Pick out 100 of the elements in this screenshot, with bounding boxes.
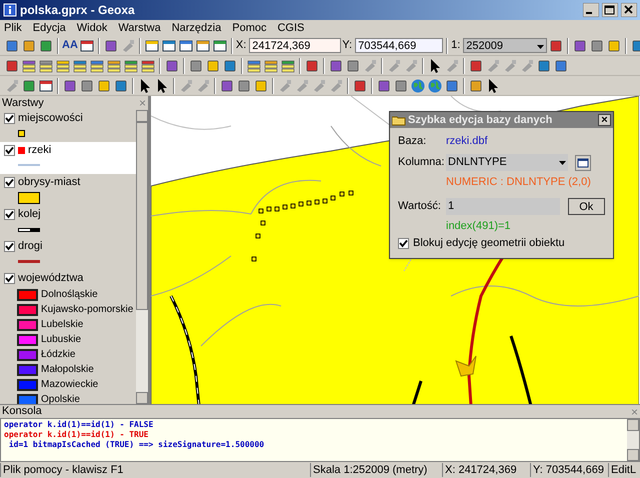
- tool-icon[interactable]: [4, 58, 20, 74]
- layer-item[interactable]: rzeki: [0, 142, 136, 174]
- layers-icon[interactable]: [140, 58, 156, 74]
- category-label: Lubelskie: [41, 318, 84, 332]
- tool-icon[interactable]: [222, 58, 238, 74]
- status-text: Skala 1:252009 (metry): [310, 463, 442, 477]
- layers-icon[interactable]: [89, 58, 105, 74]
- window-icon[interactable]: [78, 38, 95, 54]
- ok-button[interactable]: Ok: [568, 198, 605, 215]
- checkbox[interactable]: [4, 145, 15, 156]
- tool-icon[interactable]: [236, 78, 252, 94]
- layers-icon[interactable]: [72, 58, 88, 74]
- layers-icon[interactable]: [123, 58, 139, 74]
- close-button[interactable]: ×: [598, 114, 611, 126]
- tool-icon[interactable]: [536, 58, 552, 74]
- tool-icon[interactable]: [589, 38, 606, 54]
- field-label: Baza:: [398, 134, 428, 150]
- font-size-icon[interactable]: AA: [62, 37, 78, 54]
- layers-icon[interactable]: [280, 58, 296, 74]
- menu-item[interactable]: Warstwa: [118, 20, 161, 36]
- tool-icon[interactable]: [21, 38, 37, 54]
- tool-icon[interactable]: [328, 58, 344, 74]
- tool-icon[interactable]: [62, 78, 78, 94]
- window-icon[interactable]: [144, 38, 160, 54]
- tool-icon[interactable]: [219, 78, 235, 94]
- layers-icon[interactable]: [246, 58, 262, 74]
- tool-icon[interactable]: [393, 78, 409, 94]
- menu-item[interactable]: CGIS: [277, 20, 304, 36]
- tool-icon[interactable]: [444, 78, 460, 94]
- category-label: Kujawsko-pomorskie: [41, 303, 134, 317]
- layers-icon[interactable]: [263, 58, 279, 74]
- status-text: X: 241724,369: [442, 463, 530, 477]
- coordinate-label: Y:: [342, 38, 352, 54]
- checkbox[interactable]: [4, 113, 15, 124]
- tool-icon[interactable]: [79, 78, 95, 94]
- tool-icon[interactable]: [548, 38, 564, 54]
- tool-icon[interactable]: [352, 78, 368, 94]
- menu-item[interactable]: Widok: [76, 20, 108, 36]
- layer-item[interactable]: kolej: [0, 206, 136, 238]
- layer-item[interactable]: województwa Dolnośląskie Kujawsko-pomorskie Lubelskie Lubuskie Łódzkie Małopolskie Mazowieckie Opolskie: [0, 270, 136, 404]
- tool-icon[interactable]: [96, 78, 112, 94]
- scrollbar[interactable]: [136, 110, 148, 404]
- layer-name: kolej: [18, 207, 41, 222]
- scale-dropdown[interactable]: 252009: [463, 38, 548, 53]
- minimize-button[interactable]: [583, 3, 599, 17]
- tool-icon[interactable]: [572, 38, 588, 54]
- menu-item[interactable]: Edycja: [32, 20, 66, 36]
- category-label: Opolskie: [41, 393, 80, 404]
- menu-item[interactable]: Pomoc: [232, 20, 266, 36]
- tool-icon[interactable]: [188, 58, 204, 74]
- selected-marker-icon: [18, 147, 25, 154]
- value-field[interactable]: 1: [446, 198, 560, 215]
- category-label: Małopolskie: [41, 363, 94, 377]
- tool-icon[interactable]: [468, 58, 484, 74]
- tool-icon[interactable]: [468, 78, 484, 94]
- close-button[interactable]: [621, 3, 637, 17]
- tool-icon[interactable]: [38, 38, 54, 54]
- tool-icon[interactable]: [253, 78, 269, 94]
- database-name: rzeki.dbf: [446, 134, 488, 150]
- menu-item[interactable]: Plik: [4, 20, 22, 36]
- column-type-text: NUMERIC : DNLNTYPE (2,0): [446, 176, 591, 188]
- tool-icon[interactable]: [345, 58, 361, 74]
- field-label: Kolumna:: [398, 155, 446, 170]
- checkbox[interactable]: [4, 209, 15, 220]
- checkbox[interactable]: [4, 241, 15, 252]
- tool-icon[interactable]: [102, 38, 119, 54]
- layer-item[interactable]: drogi: [0, 238, 136, 270]
- maximize-button[interactable]: [602, 3, 618, 17]
- tool-icon[interactable]: [4, 38, 20, 54]
- window-icon[interactable]: [178, 38, 194, 54]
- checkbox[interactable]: [4, 177, 15, 188]
- scrollbar[interactable]: [627, 419, 639, 461]
- tool-icon[interactable]: [606, 38, 622, 54]
- tool-icon[interactable]: [164, 58, 180, 74]
- y-coordinate-field: 703544,669: [355, 38, 444, 53]
- table-button[interactable]: [575, 154, 591, 170]
- checkbox[interactable]: [398, 238, 409, 248]
- column-dropdown[interactable]: DNLNTYPE: [446, 154, 568, 171]
- checkbox[interactable]: [4, 273, 15, 284]
- layers-icon[interactable]: [38, 58, 54, 74]
- layers-icon[interactable]: [106, 58, 122, 74]
- tool-icon[interactable]: [304, 58, 320, 74]
- tool-icon[interactable]: [553, 58, 569, 74]
- category-label: Mazowieckie: [41, 378, 98, 392]
- status-text: Plik pomocy - klawisz F1: [0, 463, 310, 477]
- tool-icon[interactable]: [21, 78, 37, 94]
- tool-icon[interactable]: [376, 78, 392, 94]
- tool-icon[interactable]: [205, 58, 221, 74]
- layer-item[interactable]: miejscowości: [0, 110, 136, 142]
- tool-icon[interactable]: [113, 78, 129, 94]
- window-icon[interactable]: [194, 38, 211, 54]
- layer-item[interactable]: obrysy-miast: [0, 174, 136, 206]
- layers-icon[interactable]: [21, 58, 37, 74]
- window-icon[interactable]: [212, 38, 228, 54]
- category-label: Lubuskie: [41, 333, 82, 347]
- folder-icon: [392, 114, 406, 126]
- menu-item[interactable]: Narzędzia: [172, 20, 222, 36]
- window-icon[interactable]: [160, 38, 177, 54]
- window-icon[interactable]: [38, 78, 54, 94]
- category-label: Dolnośląskie: [41, 288, 98, 302]
